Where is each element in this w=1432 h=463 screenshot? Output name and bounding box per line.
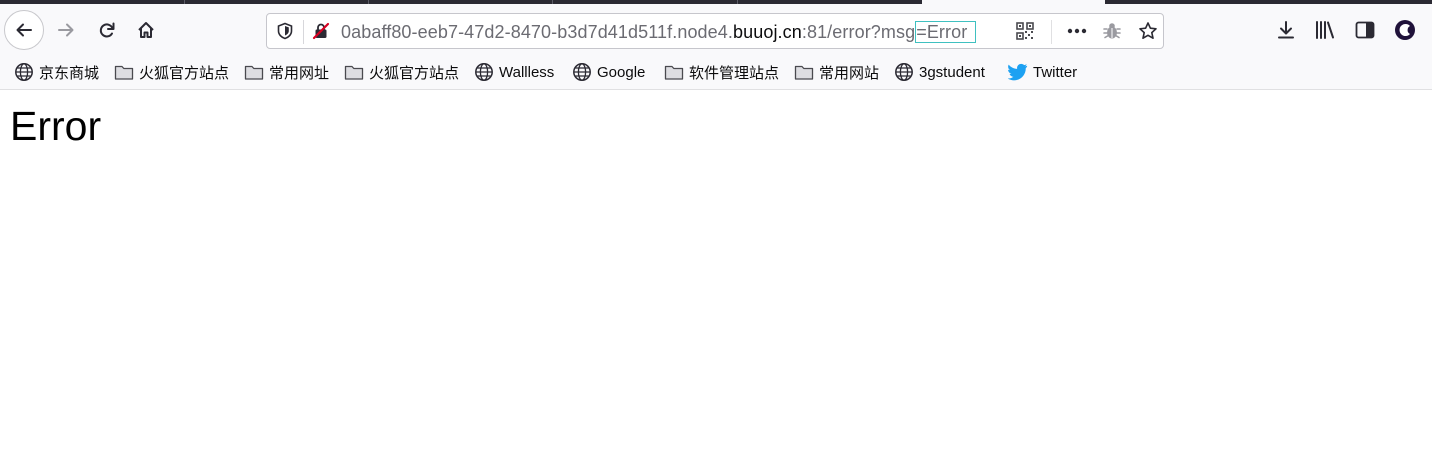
library-button[interactable] xyxy=(1313,18,1337,42)
star-icon xyxy=(1139,22,1157,39)
home-icon xyxy=(138,22,154,38)
globe-icon xyxy=(573,63,591,81)
downloads-button[interactable] xyxy=(1274,18,1298,42)
bookmark-folder[interactable]: 软件管理站点 xyxy=(664,62,779,82)
shield-icon xyxy=(277,22,293,40)
page-heading: Error xyxy=(10,103,102,149)
arrow-left-icon xyxy=(16,23,32,37)
forward-button[interactable] xyxy=(53,18,79,42)
folder-icon xyxy=(664,65,684,80)
reload-button[interactable] xyxy=(94,18,120,42)
folder-icon xyxy=(114,65,134,80)
qr-code-button[interactable] xyxy=(1015,21,1035,41)
bookmark-folder[interactable]: 火狐官方站点 xyxy=(114,62,229,82)
more-horizontal-icon xyxy=(1067,28,1087,34)
account-avatar-icon xyxy=(1395,20,1415,40)
globe-icon xyxy=(15,63,33,81)
twitter-bird-icon xyxy=(1008,63,1028,81)
bookmark-label: 火狐官方站点 xyxy=(139,64,230,82)
bookmark-label: 常用网站 xyxy=(819,64,880,82)
bookmarks-toolbar: 京东商城 火狐官方站点 常用网址 火狐官方站点 Wallless Google … xyxy=(0,56,1432,90)
folder-icon xyxy=(344,65,364,80)
bookmark-label: 京东商城 xyxy=(39,64,100,82)
page-actions-button[interactable] xyxy=(1065,21,1089,41)
tracking-protection-button[interactable] xyxy=(275,21,295,41)
globe-icon xyxy=(895,63,913,81)
account-button[interactable] xyxy=(1393,18,1417,42)
site-identity-button[interactable] xyxy=(311,21,331,41)
bookmark-item[interactable]: Google xyxy=(572,62,645,82)
bookmark-item[interactable]: Wallless xyxy=(474,62,554,82)
extension-button[interactable] xyxy=(1101,21,1123,41)
bookmark-folder[interactable]: 常用网站 xyxy=(794,62,879,82)
home-button[interactable] xyxy=(133,18,159,42)
bookmark-label: Wallless xyxy=(499,63,555,81)
bookmark-label: 火狐官方站点 xyxy=(369,64,460,82)
arrow-right-icon xyxy=(58,23,74,37)
globe-icon xyxy=(475,63,493,81)
bookmark-folder[interactable]: 常用网址 xyxy=(244,62,329,82)
url-separator xyxy=(303,20,304,44)
url-bar[interactable]: 0abaff80-eeb7-47d2-8470-b3d7d41d511f.nod… xyxy=(266,13,1164,49)
folder-icon xyxy=(794,65,814,80)
url-highlighted-segment: =Error xyxy=(915,21,977,43)
bookmark-label: 软件管理站点 xyxy=(689,64,780,82)
bookmark-star-button[interactable] xyxy=(1137,21,1159,41)
library-icon xyxy=(1316,21,1334,39)
bookmark-label: 3gstudent xyxy=(919,63,985,81)
navigation-toolbar: 0abaff80-eeb7-47d2-8470-b3d7d41d511f.nod… xyxy=(0,4,1432,56)
url-prefix: 0abaff80-eeb7-47d2-8470-b3d7d41d511f.nod… xyxy=(341,22,733,42)
bookmark-item[interactable]: 3gstudent xyxy=(894,62,985,82)
bookmark-item[interactable]: Twitter xyxy=(1008,62,1077,82)
page-content: Error xyxy=(0,91,1432,463)
url-text[interactable]: 0abaff80-eeb7-47d2-8470-b3d7d41d511f.nod… xyxy=(341,21,977,43)
insecure-lock-icon xyxy=(312,22,330,40)
sidebar-toggle-button[interactable] xyxy=(1353,18,1377,42)
url-separator xyxy=(1051,20,1052,44)
bookmark-folder[interactable]: 火狐官方站点 xyxy=(344,62,459,82)
folder-icon xyxy=(244,65,264,80)
reload-icon xyxy=(99,22,115,38)
url-host: buuoj.cn xyxy=(733,22,802,42)
bookmark-item[interactable]: 京东商城 xyxy=(14,62,99,82)
bookmark-label: Twitter xyxy=(1033,63,1078,81)
sidebar-icon xyxy=(1355,21,1375,39)
download-icon xyxy=(1278,21,1294,39)
bookmark-label: Google xyxy=(597,63,646,81)
back-button[interactable] xyxy=(4,10,44,50)
bookmark-label: 常用网址 xyxy=(269,64,330,82)
bug-icon xyxy=(1103,23,1121,39)
url-path: :81/error?msg xyxy=(801,22,916,42)
qr-code-icon xyxy=(1016,22,1034,40)
